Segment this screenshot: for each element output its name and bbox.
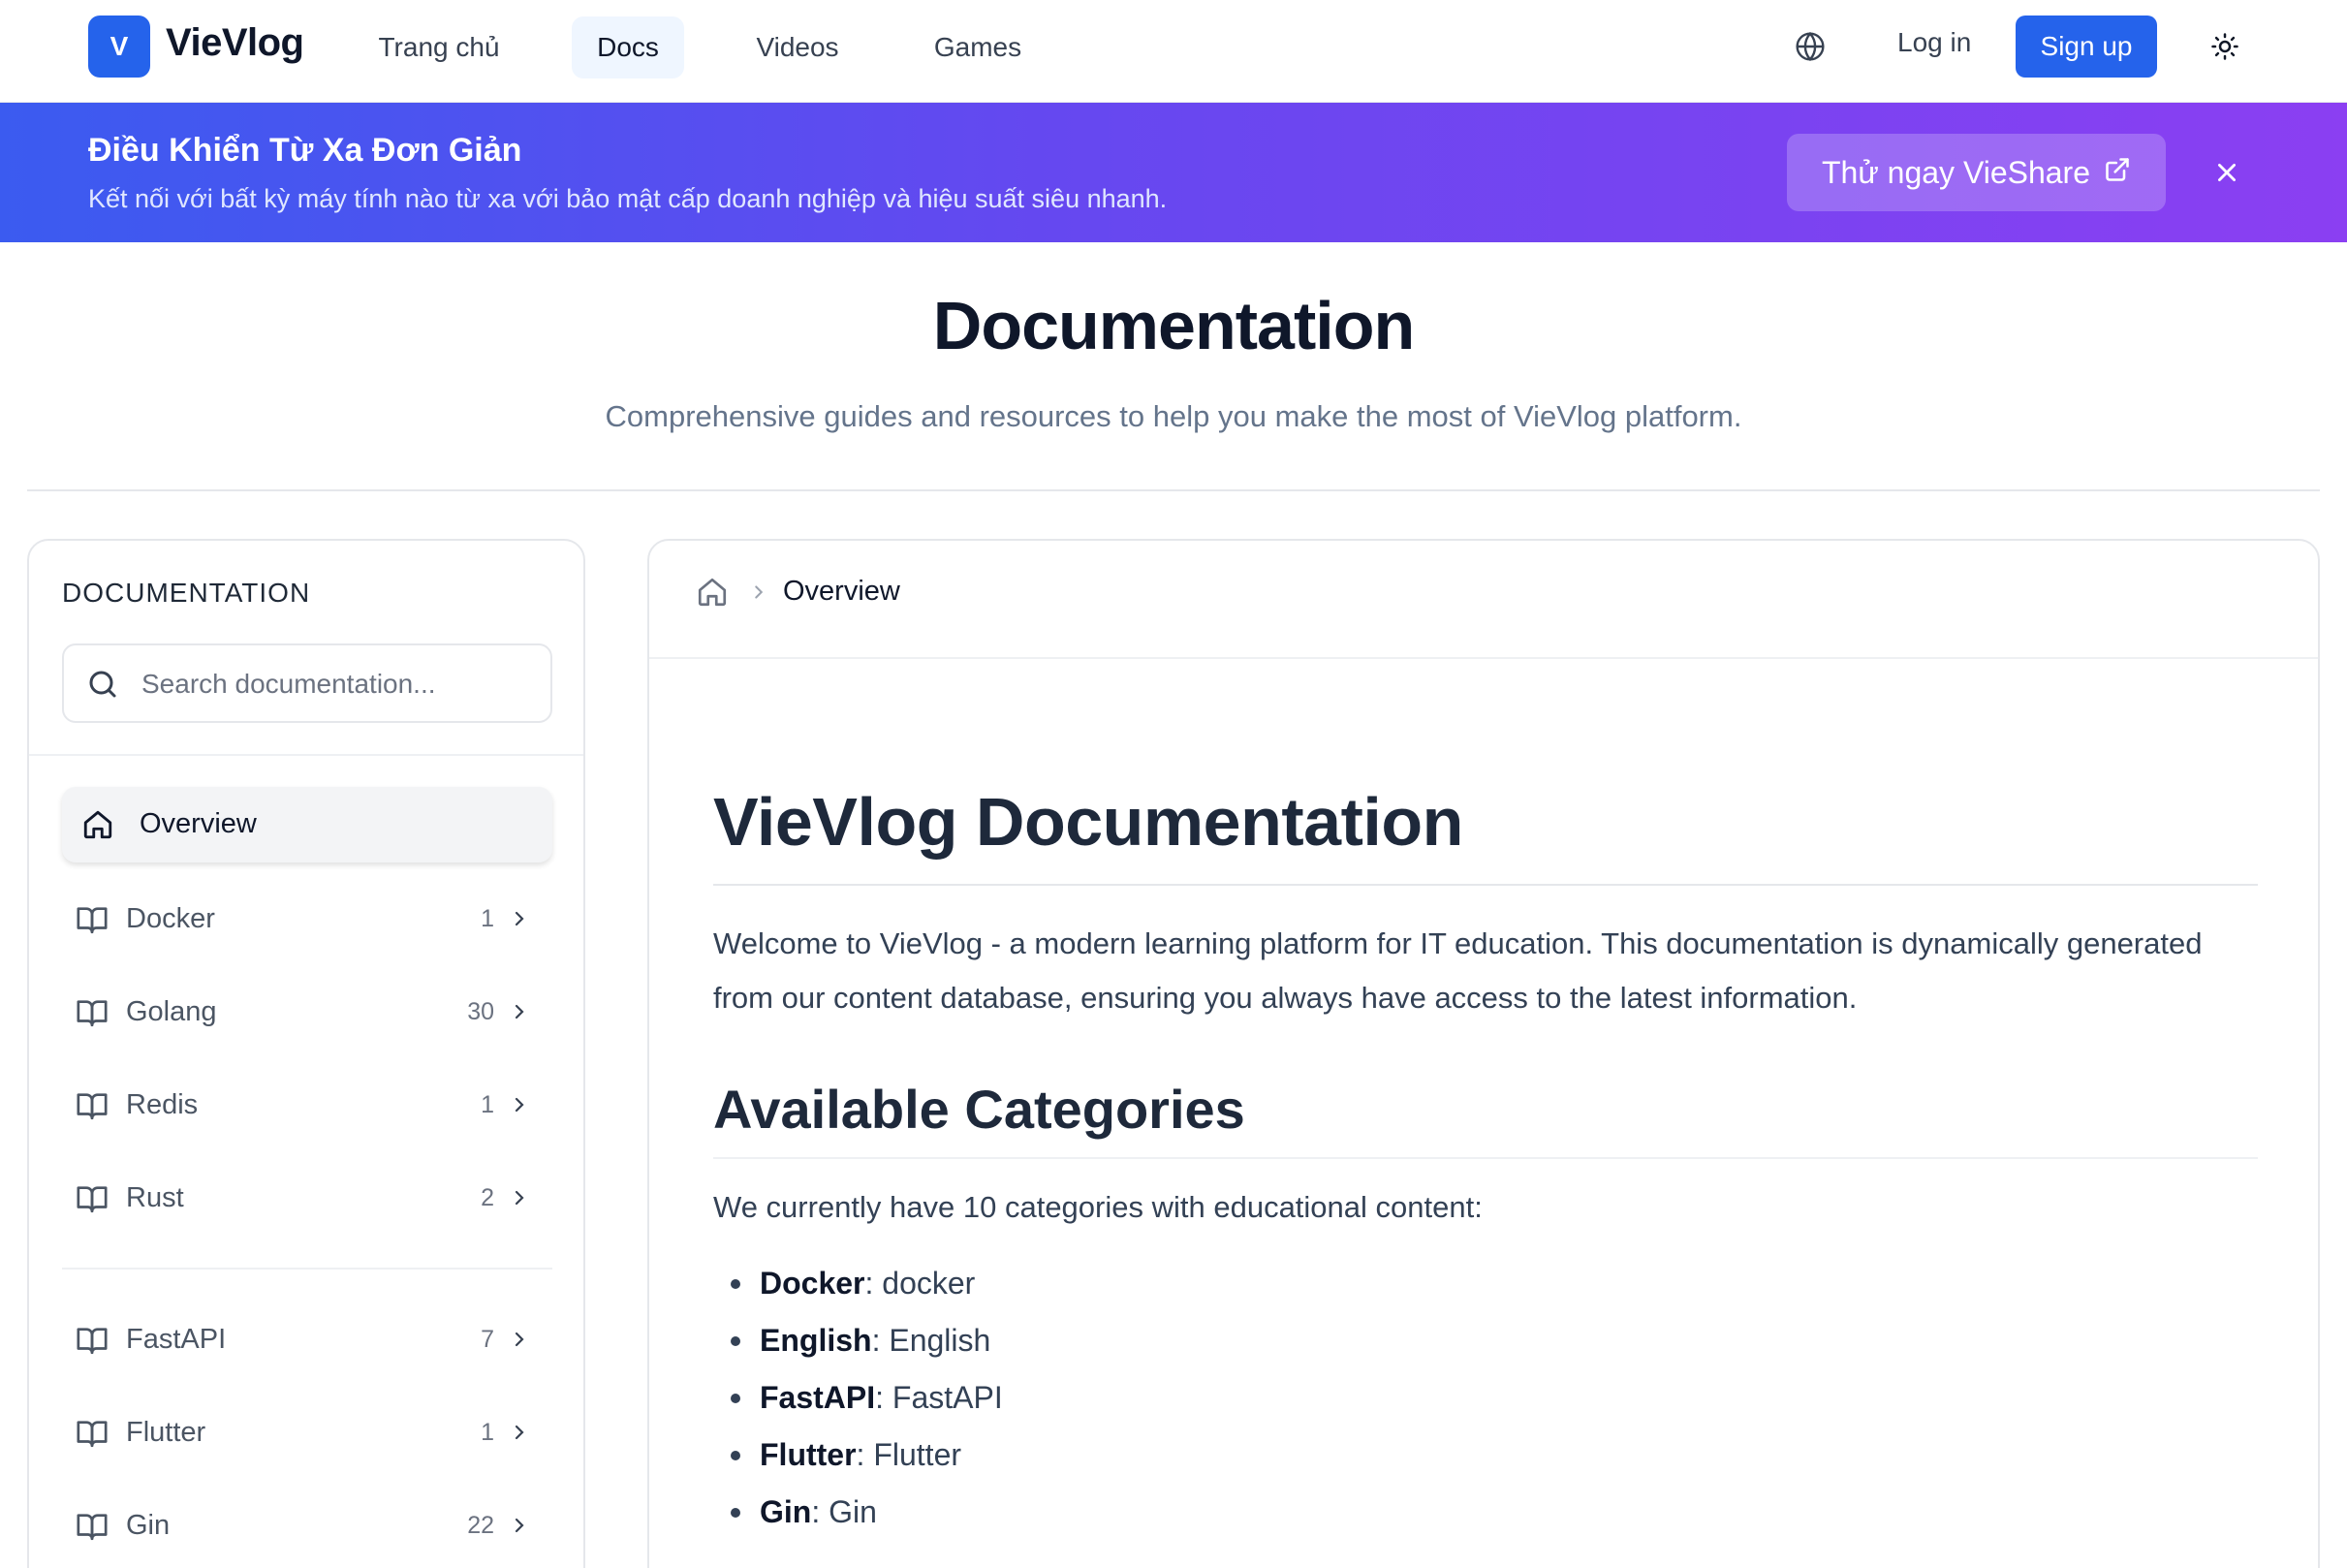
sidebar-divider — [29, 754, 583, 756]
chevron-right-icon — [508, 907, 531, 930]
list-item: FastAPI: FastAPI — [713, 1376, 1003, 1433]
banner-title: Điều Khiển Từ Xa Đơn Giản — [88, 132, 522, 169]
banner-subtitle: Kết nối với bất kỳ máy tính nào từ xa vớ… — [88, 184, 1168, 213]
sidebar-item-label: Gin — [126, 1510, 171, 1541]
signup-button[interactable]: Sign up — [2016, 16, 2157, 78]
search-input[interactable] — [141, 663, 529, 706]
sidebar-item-label: Rust — [126, 1182, 184, 1213]
doc-intro: Welcome to VieVlog - a modern learning p… — [713, 926, 2203, 1015]
nav-videos[interactable]: Videos — [736, 16, 859, 78]
search-box[interactable] — [62, 643, 552, 723]
book-open-icon — [76, 1417, 109, 1450]
docs-sidebar: DOCUMENTATION Overview Docker 1 Golang 3… — [27, 539, 585, 1568]
category-desc: : Flutter — [856, 1437, 962, 1472]
heading-rule — [713, 884, 2258, 886]
chevron-right-icon — [508, 1000, 531, 1023]
sidebar-item-rust[interactable]: Rust 2 — [62, 1165, 552, 1233]
sidebar-item-label: Redis — [126, 1089, 199, 1120]
book-open-icon — [76, 996, 109, 1029]
home-icon — [81, 808, 114, 841]
sidebar-item-overview[interactable]: Overview — [62, 787, 552, 862]
promo-banner: Điều Khiển Từ Xa Đơn Giản Kết nối với bấ… — [0, 103, 2347, 242]
sidebar-group-divider — [62, 1268, 552, 1270]
categories-intro: We currently have 10 categories with edu… — [713, 1190, 1483, 1224]
chevron-right-icon — [748, 581, 771, 605]
item-count: 1 — [481, 1419, 494, 1446]
nav-trang-chu[interactable]: Trang chủ — [360, 16, 517, 78]
item-count: 30 — [467, 998, 494, 1025]
chevron-right-icon — [508, 1514, 531, 1537]
top-navbar: V VieVlog Trang chủ Docs Videos Games Lo… — [0, 0, 2347, 103]
book-open-icon — [76, 1324, 109, 1357]
book-open-icon — [76, 1182, 109, 1215]
category-name: Flutter — [760, 1437, 857, 1472]
sidebar-item-fastapi[interactable]: FastAPI 7 — [62, 1306, 552, 1374]
chevron-right-icon — [508, 1421, 531, 1444]
close-icon[interactable] — [2207, 153, 2246, 192]
sidebar-item-golang[interactable]: Golang 30 — [62, 979, 552, 1047]
breadcrumb: Overview — [649, 541, 2318, 659]
category-desc: : FastAPI — [875, 1380, 1003, 1415]
category-desc: : Gin — [811, 1494, 877, 1529]
doc-heading: VieVlog Documentation — [713, 784, 1463, 860]
categories-list: Docker: docker English: English FastAPI:… — [713, 1262, 1003, 1548]
nav-docs[interactable]: Docs — [572, 16, 684, 78]
doc-subheading: Available Categories — [713, 1079, 1245, 1140]
nav-games[interactable]: Games — [915, 16, 1041, 78]
item-count: 1 — [481, 905, 494, 932]
sidebar-item-docker[interactable]: Docker 1 — [62, 886, 552, 954]
home-icon[interactable] — [696, 576, 731, 611]
category-name: FastAPI — [760, 1380, 876, 1415]
search-icon — [85, 667, 120, 702]
book-open-icon — [76, 1089, 109, 1122]
sidebar-item-flutter[interactable]: Flutter 1 — [62, 1399, 552, 1467]
try-vieshare-label: Thử ngay VieShare — [1822, 154, 2090, 190]
book-open-icon — [76, 903, 109, 936]
category-desc: : English — [871, 1323, 991, 1358]
list-item: Gin: Gin — [713, 1490, 1003, 1548]
logo-text[interactable]: VieVlog — [166, 21, 304, 65]
sidebar-item-gin[interactable]: Gin 22 — [62, 1492, 552, 1560]
category-name: Docker — [760, 1266, 865, 1301]
subheading-rule — [713, 1157, 2258, 1159]
sidebar-item-label: Golang — [126, 996, 217, 1027]
book-open-icon — [76, 1510, 109, 1543]
list-item: Docker: docker — [713, 1262, 1003, 1319]
sidebar-item-label: Docker — [126, 903, 215, 934]
external-link-icon — [2104, 155, 2131, 191]
chevron-right-icon — [508, 1093, 531, 1116]
chevron-right-icon — [508, 1328, 531, 1351]
category-name: English — [760, 1323, 872, 1358]
list-item: English: English — [713, 1319, 1003, 1376]
sidebar-item-label: FastAPI — [126, 1324, 227, 1355]
page-title: Documentation — [932, 288, 1415, 363]
chevron-right-icon — [508, 1186, 531, 1209]
section-divider — [27, 489, 2320, 491]
sidebar-heading: DOCUMENTATION — [62, 578, 311, 608]
logo-mark[interactable]: V — [88, 16, 150, 78]
sidebar-item-label: Overview — [140, 808, 257, 839]
login-link[interactable]: Log in — [1897, 27, 1971, 58]
sidebar-item-redis[interactable]: Redis 1 — [62, 1072, 552, 1140]
try-vieshare-button[interactable]: Thử ngay VieShare — [1787, 134, 2166, 211]
item-count: 2 — [481, 1184, 494, 1211]
category-desc: : docker — [864, 1266, 976, 1301]
sidebar-item-label: Flutter — [126, 1417, 206, 1448]
docs-content-panel: Overview VieVlog Documentation Welcome t… — [647, 539, 2320, 1568]
breadcrumb-current: Overview — [783, 576, 900, 607]
list-item: Flutter: Flutter — [713, 1433, 1003, 1490]
globe-icon[interactable] — [1791, 27, 1830, 66]
item-count: 1 — [481, 1091, 494, 1118]
item-count: 7 — [481, 1326, 494, 1353]
page-subtitle: Comprehensive guides and resources to he… — [605, 399, 1742, 433]
sun-icon[interactable] — [2206, 27, 2244, 66]
category-name: Gin — [760, 1494, 812, 1529]
item-count: 22 — [467, 1512, 494, 1539]
